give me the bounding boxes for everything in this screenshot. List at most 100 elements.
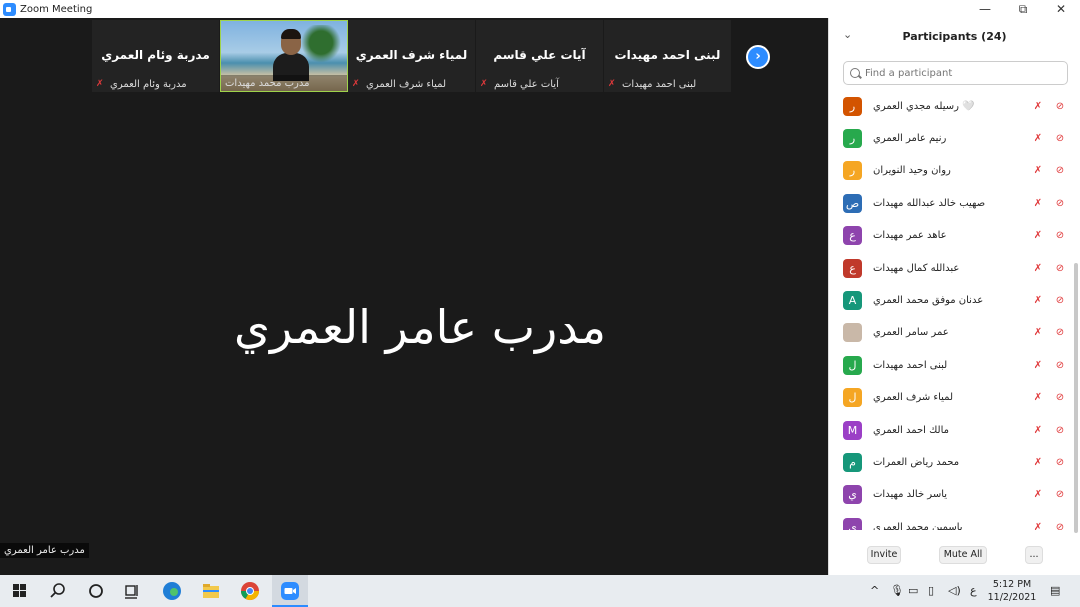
participant-tile[interactable]: مدربة وئام العمري ✗ مدربة وئام العمري <box>92 20 220 92</box>
participant-row[interactable]: ص صهيب خالد عبدالله مهيدات ✗ ⊘ <box>829 187 1073 219</box>
muted-mic-icon: ✗ <box>1033 230 1043 242</box>
muted-mic-icon: ✗ <box>1033 489 1043 501</box>
participant-status-icons: ✗ ⊘ <box>1031 198 1067 209</box>
close-button[interactable]: ✕ <box>1042 0 1080 18</box>
participant-avatar: ر <box>843 161 862 181</box>
participant-name: مالك احمد العمري <box>873 424 950 436</box>
search-input[interactable] <box>865 67 1055 79</box>
panel-footer: Invite Mute All ... <box>829 546 1080 566</box>
participant-status-icons: ✗ ⊘ <box>1031 457 1067 468</box>
participant-row[interactable]: M مالك احمد العمري ✗ ⊘ <box>829 414 1073 446</box>
active-speaker-name: مدرب عامر العمري <box>234 300 606 354</box>
participant-avatar: ر <box>843 96 862 116</box>
microphone-tray-icon[interactable]: 🎙 <box>890 584 904 597</box>
participant-list-scrollbar[interactable] <box>1074 263 1078 533</box>
volume-icon[interactable]: ◁) <box>948 584 961 597</box>
system-tray: ^ 🎙 ▭ ▯ ◁) ع ▤ <box>860 575 1080 607</box>
participant-row[interactable]: م محمد رياض العمرات ✗ ⊘ <box>829 446 1073 478</box>
file-explorer-icon[interactable] <box>199 579 223 603</box>
participant-row[interactable]: ل لمياء شرف العمري ✗ ⊘ <box>829 382 1073 414</box>
participant-name: عمر سامر العمري <box>873 327 949 339</box>
gallery-strip: مدربة وئام العمري ✗ مدربة وئام العمري مد… <box>92 20 732 92</box>
input-language-indicator[interactable]: ع <box>970 584 977 597</box>
participant-name: رنيم عامر العمري <box>873 132 947 144</box>
participant-row[interactable]: ر رسيله مجدي العمري 🤍 ✗ ⊘ <box>829 90 1073 122</box>
video-off-icon: ⊘ <box>1055 294 1065 306</box>
next-page-arrow-icon[interactable]: › <box>746 45 770 69</box>
participant-avatar: ل <box>843 388 862 408</box>
participant-status-icons: ✗ ⊘ <box>1031 522 1067 530</box>
participant-status-icons: ✗ ⊘ <box>1031 489 1067 500</box>
muted-mic-icon: ✗ <box>1033 359 1043 371</box>
muted-mic-icon: ✗ <box>1033 392 1043 404</box>
participant-avatar: M <box>843 420 862 440</box>
participant-row[interactable]: ر روان وحيد النويران ✗ ⊘ <box>829 155 1073 187</box>
minimize-button[interactable]: — <box>966 0 1004 18</box>
participant-avatar: ل <box>843 355 862 375</box>
participant-row[interactable]: ع عبدالله كمال مهيدات ✗ ⊘ <box>829 252 1073 284</box>
participant-name: روان وحيد النويران <box>873 165 951 177</box>
participant-name: صهيب خالد عبدالله مهيدات <box>873 197 986 209</box>
participant-tile[interactable]: لمياء شرف العمري ✗ لمياء شرف العمري <box>348 20 476 92</box>
taskbar-clock[interactable]: 5:12 PM 11/2/2021 <box>980 578 1044 604</box>
cortana-icon[interactable] <box>84 579 108 603</box>
participant-status-icons: ✗ ⊘ <box>1031 133 1067 144</box>
muted-mic-icon: ✗ <box>1033 294 1043 306</box>
muted-mic-icon: ✗ <box>1033 521 1043 530</box>
participant-avatar: م <box>843 452 862 472</box>
muted-mic-icon: ✗ <box>1033 424 1043 436</box>
task-view-icon[interactable] <box>120 579 144 603</box>
tile-display-name: مدربة وئام العمري <box>101 48 210 62</box>
participant-video-tile[interactable]: مدرب محمد مهيدات <box>220 20 348 92</box>
search-icon[interactable] <box>46 579 70 603</box>
network-icon[interactable]: ▭ <box>908 584 918 597</box>
mute-all-button[interactable]: Mute All <box>939 546 987 564</box>
participant-list: ر رسيله مجدي العمري 🤍 ✗ ⊘ ر رنيم عامر العمري ✗… <box>829 90 1073 530</box>
participant-search[interactable] <box>843 61 1068 85</box>
participant-row[interactable]: ر رنيم عامر العمري ✗ ⊘ <box>829 122 1073 154</box>
participant-name: لمياء شرف العمري <box>873 392 953 404</box>
muted-mic-icon: ✗ <box>608 79 616 89</box>
tile-footer: ✗ لمياء شرف العمري <box>348 76 475 92</box>
muted-mic-icon: ✗ <box>480 79 488 89</box>
windows-taskbar: ^ 🎙 ▭ ▯ ◁) ع ▤ 5:12 PM 11/2/2021 <box>0 575 1080 607</box>
tile-name-label: لمياء شرف العمري <box>366 78 446 90</box>
muted-mic-icon: ✗ <box>352 79 360 89</box>
collapse-chevron-icon[interactable]: ⌄ <box>843 28 852 41</box>
windows-start-icon[interactable] <box>8 579 32 603</box>
panel-title: Participants (24) <box>902 29 1007 43</box>
participant-status-icons: ✗ ⊘ <box>1031 360 1067 371</box>
video-off-icon: ⊘ <box>1055 100 1065 112</box>
edge-browser-icon[interactable] <box>160 579 184 603</box>
window-title: Zoom Meeting <box>20 3 93 15</box>
participant-status-icons: ✗ ⊘ <box>1031 263 1067 274</box>
battery-icon[interactable]: ▯ <box>928 584 934 597</box>
participant-row[interactable]: ع عاهد عمر مهيدات ✗ ⊘ <box>829 220 1073 252</box>
notification-center-icon[interactable]: ▤ <box>1050 584 1060 597</box>
participant-video <box>273 29 309 81</box>
video-off-icon: ⊘ <box>1055 262 1065 274</box>
participant-name: عبدالله كمال مهيدات <box>873 262 960 274</box>
window-titlebar: Zoom Meeting <box>0 0 828 18</box>
muted-mic-icon: ✗ <box>1033 456 1043 468</box>
chrome-browser-icon[interactable] <box>238 579 262 603</box>
participant-row[interactable]: ي ياسمين محمد العمري ✗ ⊘ <box>829 511 1073 530</box>
participant-row[interactable]: ي ياسر خالد مهيدات ✗ ⊘ <box>829 479 1073 511</box>
participant-row[interactable]: A عدنان موفق محمد العمري ✗ ⊘ <box>829 284 1073 316</box>
participant-avatar: ر <box>843 128 862 148</box>
muted-mic-icon: ✗ <box>1033 132 1043 144</box>
restore-button[interactable]: ⧉ <box>1004 0 1042 18</box>
participant-row[interactable]: ل لبنى احمد مهيدات ✗ ⊘ <box>829 349 1073 381</box>
more-options-button[interactable]: ... <box>1025 546 1043 564</box>
invite-button[interactable]: Invite <box>867 546 901 564</box>
tile-name-label: مدربة وئام العمري <box>110 78 187 90</box>
participant-tile[interactable]: لبنى احمد مهيدات ✗ لبنى احمد مهيدات <box>604 20 732 92</box>
participant-tile[interactable]: آيات علي قاسم ✗ آيات علي قاسم <box>476 20 604 92</box>
tray-chevron-up-icon[interactable]: ^ <box>870 584 879 597</box>
panel-header: ⌄ Participants (24) <box>829 18 1080 54</box>
clock-date: 11/2/2021 <box>987 592 1037 603</box>
participant-avatar: ع <box>843 226 862 246</box>
zoom-taskbar-icon[interactable] <box>278 579 302 603</box>
participant-row[interactable]: عمر سامر العمري ✗ ⊘ <box>829 317 1073 349</box>
participant-avatar: A <box>843 290 862 310</box>
